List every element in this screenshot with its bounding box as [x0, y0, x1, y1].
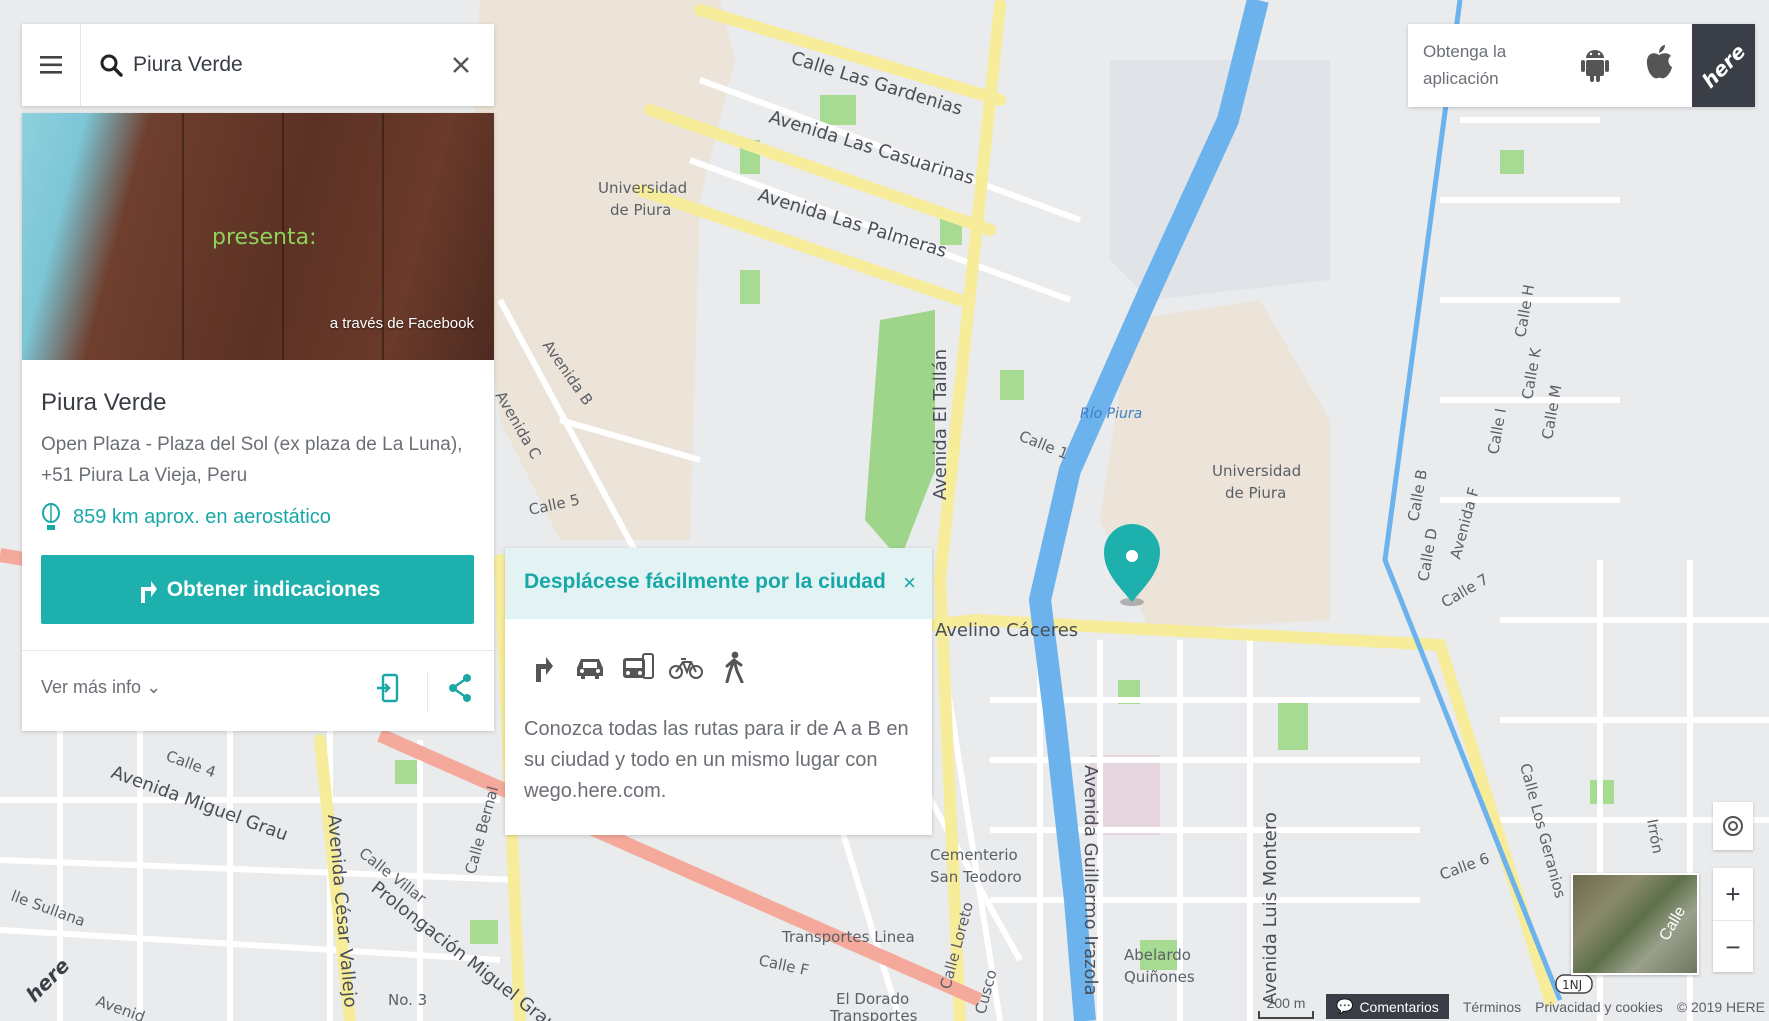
bike-icon [669, 648, 703, 686]
get-app-text: Obtenga la aplicación [1423, 42, 1507, 88]
android-icon [1581, 50, 1609, 82]
send-to-phone-button[interactable] [377, 673, 399, 708]
target-icon [1723, 816, 1743, 836]
car-icon [573, 648, 607, 686]
send-to-phone-icon [377, 673, 399, 703]
zoom-in-button[interactable]: + [1713, 868, 1753, 921]
copyright-text: © 2019 HERE [1676, 998, 1765, 1015]
street-label: Avenida Luis Montero [1260, 812, 1281, 1005]
search-input[interactable] [131, 52, 435, 78]
here-logo-text: here [1696, 38, 1751, 93]
promo-title: Desplácese fácilmente por la ciudad [524, 570, 886, 593]
chevron-down-icon: ⌄ [146, 677, 162, 697]
zoom-controls: + − [1713, 868, 1753, 972]
walk-icon [717, 648, 751, 686]
search-icon [91, 24, 131, 106]
directions-icon [525, 648, 559, 686]
terms-link[interactable]: Términos [1463, 999, 1521, 1015]
place-label: Transportes Linea [781, 928, 915, 946]
satellite-label: Calle [1655, 903, 1689, 944]
place-photo[interactable]: presenta: a través de Facebook [22, 113, 494, 360]
feedback-button[interactable]: 💬 Comentarios [1326, 994, 1449, 1019]
hamburger-icon [40, 56, 62, 74]
more-info-label: Ver más info [41, 677, 142, 697]
search-bar [22, 24, 494, 106]
apple-app-button[interactable] [1644, 42, 1674, 87]
close-icon [453, 57, 469, 73]
here-logo[interactable]: here [1692, 24, 1755, 107]
menu-button[interactable] [22, 24, 81, 106]
street-label: Avelino Cáceres [935, 620, 1078, 641]
promo-text: Conozca todas las rutas para ir de A a B… [524, 718, 909, 802]
place-name: Piura Verde [41, 389, 167, 416]
feedback-label: Comentarios [1359, 998, 1439, 1015]
privacy-link[interactable]: Privacidad y cookies [1535, 999, 1663, 1015]
divider [427, 671, 428, 711]
distance-info: 859 km aprox. en aerostático [41, 503, 331, 531]
get-app-banner: Obtenga la aplicación here [1408, 24, 1755, 107]
route-badge: 1NJ [1555, 974, 1593, 994]
share-button[interactable] [448, 673, 472, 708]
svg-text:Universidad: Universidad [598, 179, 687, 197]
locate-me-button[interactable] [1713, 802, 1753, 850]
svg-text:Universidad: Universidad [1212, 462, 1301, 480]
place-card: presenta: a través de Facebook Piura Ver… [22, 113, 494, 731]
svg-text:de Piura: de Piura [610, 201, 671, 219]
svg-text:Cementerio: Cementerio [930, 846, 1018, 864]
more-info-link[interactable]: Ver más info ⌄ [41, 677, 161, 698]
street-label: No. 3 [388, 991, 427, 1009]
transit-icon [621, 648, 655, 686]
share-icon [449, 674, 471, 702]
map-footer: 200 m 💬 Comentarios Términos Privacidad y… [1258, 992, 1765, 1021]
apple-icon [1646, 45, 1672, 79]
svg-text:Transportes: Transportes [829, 1007, 918, 1021]
svg-text:San Teodoro: San Teodoro [930, 868, 1022, 886]
card-footer: Ver más info ⌄ [22, 650, 494, 732]
balloon-icon [42, 503, 60, 530]
scale-label: 200 m [1266, 994, 1306, 1011]
directions-label: Obtener indicaciones [166, 577, 381, 601]
street-label: Avenida Guillermo Irazola [1080, 765, 1101, 996]
comment-icon: 💬 [1336, 998, 1354, 1014]
android-app-button[interactable] [1580, 44, 1610, 89]
directions-button[interactable]: Obtener indicaciones [41, 555, 474, 624]
svg-text:El Dorado: El Dorado [836, 990, 909, 1008]
promo-header: Desplácese fácilmente por la ciudad × [505, 548, 932, 619]
directions-icon [140, 580, 157, 603]
photo-source: a través de Facebook [329, 315, 474, 332]
svg-text:Abelardo: Abelardo [1124, 946, 1191, 964]
place-address: Open Plaza - Plaza del Sol (ex plaza de … [41, 434, 463, 486]
satellite-view-toggle[interactable]: Calle [1571, 873, 1699, 975]
svg-text:Quiñones: Quiñones [1124, 968, 1195, 986]
svg-text:1NJ: 1NJ [1562, 978, 1582, 992]
scale-bar: 200 m [1258, 995, 1314, 1019]
clear-search-button[interactable] [446, 50, 476, 80]
zoom-out-button[interactable]: − [1713, 921, 1753, 973]
transport-modes [525, 648, 751, 686]
street-label: Avenida El Tallán [930, 349, 951, 500]
close-promo-button[interactable]: × [903, 570, 916, 596]
river-label: Río Piura [1080, 406, 1142, 422]
distance-text: 859 km aprox. en aerostático [73, 505, 331, 528]
svg-text:de Piura: de Piura [1225, 484, 1286, 502]
photo-caption: presenta: [212, 225, 317, 250]
city-mobility-promo: Desplácese fácilmente por la ciudad × Co… [505, 548, 932, 835]
place-label: El Dorado Transportes [829, 990, 918, 1021]
